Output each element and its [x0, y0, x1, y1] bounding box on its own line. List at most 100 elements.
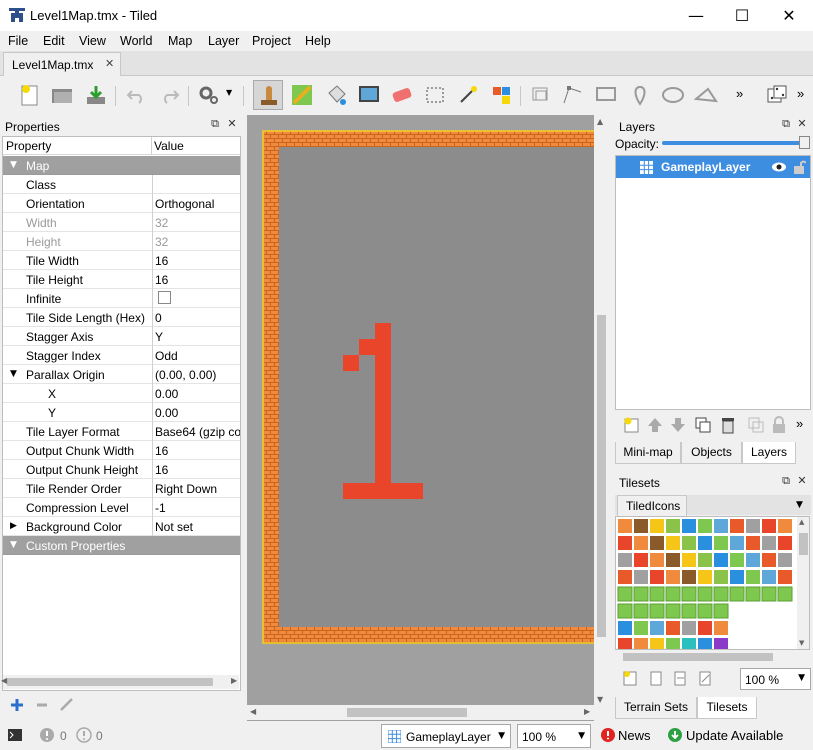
commands-gear-icon[interactable] — [197, 83, 221, 107]
insert-polygon-icon[interactable] — [694, 83, 718, 107]
tab-tilesets[interactable]: Tilesets — [697, 697, 757, 719]
tile[interactable] — [682, 553, 696, 567]
tile[interactable] — [698, 553, 712, 567]
menu-edit[interactable]: Edit — [43, 34, 65, 48]
menu-layer[interactable]: Layer — [208, 34, 239, 48]
toolbar-overflow-icon-2[interactable]: » — [797, 86, 804, 101]
raise-layer-icon[interactable] — [646, 416, 664, 434]
tile[interactable] — [778, 536, 792, 550]
infinite-checkbox[interactable] — [158, 291, 171, 304]
tile[interactable] — [778, 519, 792, 533]
property-row[interactable]: Tile Render Order Right Down — [3, 479, 240, 498]
tileset-vertical-scrollbar[interactable]: ▲ ▼ — [797, 517, 809, 649]
color-tile[interactable] — [618, 638, 632, 650]
tileset-zoom-combo[interactable]: 100 % ▼ — [740, 668, 811, 690]
close-dock-icon[interactable]: ✕ — [796, 118, 808, 130]
scroll-right-arrow-icon[interactable]: ▶ — [584, 707, 590, 716]
color-tile[interactable] — [682, 638, 696, 650]
property-row[interactable]: Compression Level -1 — [3, 498, 240, 517]
tile[interactable] — [682, 570, 696, 584]
map-canvas[interactable] — [247, 115, 609, 721]
remove-property-icon[interactable] — [35, 697, 49, 713]
insert-point-icon[interactable] — [628, 83, 652, 107]
new-layer-icon[interactable] — [622, 416, 640, 434]
tile[interactable] — [762, 570, 776, 584]
property-value[interactable]: 16 — [155, 273, 240, 287]
chevron-down-icon[interactable]: ▼ — [578, 731, 585, 741]
scroll-left-arrow-icon[interactable]: ◀ — [1, 676, 7, 685]
tile[interactable] — [618, 536, 632, 550]
tile[interactable] — [618, 519, 632, 533]
tile[interactable] — [746, 536, 760, 550]
tile[interactable] — [714, 621, 728, 635]
property-value[interactable]: 16 — [155, 444, 240, 458]
tile[interactable] — [682, 519, 696, 533]
insert-ellipse-icon[interactable] — [661, 83, 685, 107]
property-value[interactable]: 16 — [155, 463, 240, 477]
property-value[interactable]: Y — [155, 330, 240, 344]
news-alert-icon[interactable] — [601, 728, 615, 742]
tile[interactable] — [649, 586, 665, 602]
tile[interactable] — [697, 603, 713, 619]
tile[interactable] — [730, 536, 744, 550]
maximize-button[interactable]: ☐ — [719, 0, 765, 31]
tile[interactable] — [730, 553, 744, 567]
tileset-image[interactable] — [616, 517, 796, 650]
tile[interactable] — [666, 621, 680, 635]
magic-wand-icon[interactable] — [456, 83, 480, 107]
tile[interactable] — [634, 553, 648, 567]
property-value[interactable]: 32 — [155, 216, 240, 230]
tab-objects[interactable]: Objects — [681, 442, 742, 464]
tile[interactable] — [714, 553, 728, 567]
tile[interactable] — [666, 536, 680, 550]
tile[interactable] — [746, 570, 760, 584]
property-value[interactable]: 0.00 — [155, 406, 240, 420]
tile[interactable] — [778, 570, 792, 584]
delete-layer-icon[interactable] — [719, 416, 737, 434]
scroll-left-arrow-icon[interactable]: ◀ — [250, 707, 256, 716]
layer-properties-icon[interactable] — [747, 416, 765, 434]
open-folder-icon[interactable] — [50, 83, 74, 107]
float-dock-icon[interactable]: ⧉ — [209, 118, 221, 130]
property-row[interactable]: Tile Side Length (Hex) 0 — [3, 308, 240, 327]
edit-tileset-icon[interactable] — [697, 670, 713, 686]
select-same-tile-icon[interactable] — [489, 83, 513, 107]
map-horizontal-scrollbar[interactable]: ◀ ▶ — [247, 705, 594, 720]
tile[interactable] — [745, 586, 761, 602]
property-row[interactable]: Y 0.00 — [3, 403, 240, 422]
new-tileset-icon[interactable] — [622, 670, 638, 686]
stamp-brush-button[interactable] — [253, 80, 283, 110]
property-row[interactable]: Class — [3, 175, 240, 194]
embed-tileset-icon[interactable] — [648, 670, 664, 686]
tileset-view[interactable]: ▲ ▼ — [615, 516, 810, 650]
shape-fill-icon[interactable] — [357, 83, 381, 107]
color-tile[interactable] — [714, 638, 728, 650]
tile[interactable] — [682, 621, 696, 635]
tile[interactable] — [762, 536, 776, 550]
tile[interactable] — [713, 586, 729, 602]
tile[interactable] — [714, 519, 728, 533]
eraser-icon[interactable] — [390, 83, 414, 107]
rename-property-icon[interactable] — [59, 696, 75, 712]
collapse-arrow-icon[interactable]: ▼ — [10, 540, 17, 550]
property-row[interactable]: Width 32 — [3, 213, 240, 232]
tile[interactable] — [698, 621, 712, 635]
rectangle-select-icon[interactable] — [423, 83, 447, 107]
menu-help[interactable]: Help — [305, 34, 331, 48]
edit-polygons-icon[interactable] — [561, 83, 585, 107]
tile[interactable] — [730, 570, 744, 584]
menu-map[interactable]: Map — [168, 34, 192, 48]
lock-layer-icon[interactable] — [771, 416, 787, 434]
eye-visible-icon[interactable] — [771, 161, 787, 173]
tab-terrain-sets[interactable]: Terrain Sets — [615, 697, 697, 719]
minimize-button[interactable]: — — [673, 0, 719, 31]
color-tile[interactable] — [634, 638, 648, 650]
float-dock-icon[interactable]: ⧉ — [780, 475, 792, 487]
tile[interactable] — [698, 536, 712, 550]
tile[interactable] — [666, 553, 680, 567]
toolbar-overflow-icon[interactable]: » — [736, 86, 743, 101]
tile[interactable] — [698, 519, 712, 533]
tile[interactable] — [618, 621, 632, 635]
tile[interactable] — [682, 536, 696, 550]
property-row[interactable]: ▼ Custom Properties — [3, 536, 240, 555]
